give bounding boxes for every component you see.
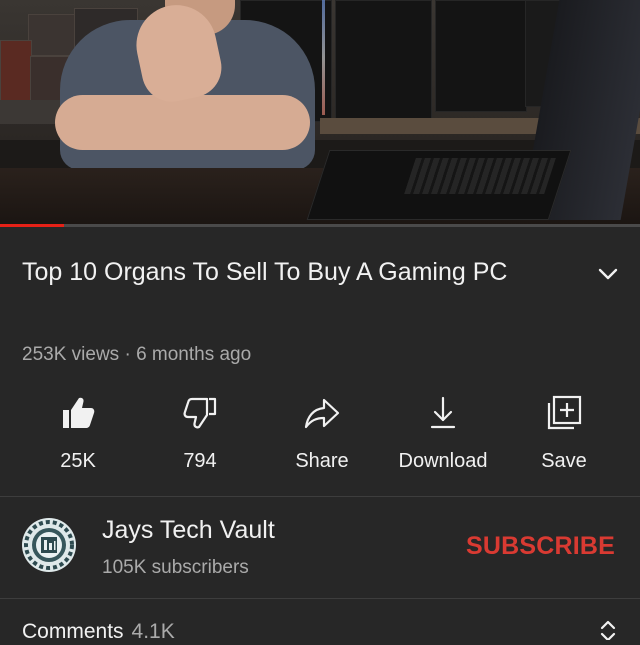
video-progress-fill (0, 224, 64, 227)
expand-description-button[interactable] (594, 260, 622, 288)
pc-tower (435, 0, 527, 112)
download-icon (430, 396, 456, 429)
share-button[interactable]: Share (262, 390, 382, 480)
laptop-keyboard (404, 158, 556, 194)
divider (0, 598, 640, 599)
subscribe-button[interactable]: SUBSCRIBE (466, 532, 615, 561)
meta-separator: · (124, 344, 131, 365)
vault-logo-icon (22, 518, 76, 572)
upload-age: 6 months ago (136, 344, 252, 365)
comments-header[interactable]: Comments 4.1K (22, 620, 175, 644)
video-progress-bar[interactable] (0, 224, 640, 227)
product-box (28, 14, 76, 56)
thumbs-down-icon (183, 397, 217, 429)
chevron-up-down-icon (600, 620, 616, 642)
rgb-light-strip (322, 0, 325, 115)
subscriber-count: 105K subscribers (102, 557, 249, 578)
view-count: 253K views (22, 344, 120, 365)
share-icon (304, 398, 340, 429)
save-button[interactable]: Save (504, 390, 624, 480)
download-button[interactable]: Download (383, 390, 503, 480)
like-count: 25K (60, 450, 96, 472)
thumbs-up-icon (63, 397, 95, 428)
share-label: Share (295, 450, 349, 472)
comments-expand-button[interactable] (596, 618, 620, 642)
divider (0, 496, 640, 497)
download-label: Download (398, 450, 488, 472)
like-button[interactable]: 25K (18, 390, 138, 480)
channel-name[interactable]: Jays Tech Vault (102, 516, 275, 545)
product-box (0, 40, 32, 102)
dislike-count: 794 (183, 450, 217, 472)
video-title[interactable]: Top 10 Organs To Sell To Buy A Gaming PC (22, 252, 567, 292)
action-bar: 25K 794 Share Download Save (0, 390, 640, 480)
channel-avatar[interactable] (20, 516, 78, 574)
video-player[interactable] (0, 0, 640, 225)
video-meta: 253K views · 6 months ago (22, 344, 251, 366)
chevron-down-icon (598, 268, 618, 280)
save-icon (547, 395, 582, 430)
dislike-button[interactable]: 794 (140, 390, 260, 480)
save-label: Save (541, 450, 587, 472)
pc-tower (335, 0, 432, 122)
presenter-arm (55, 95, 310, 150)
